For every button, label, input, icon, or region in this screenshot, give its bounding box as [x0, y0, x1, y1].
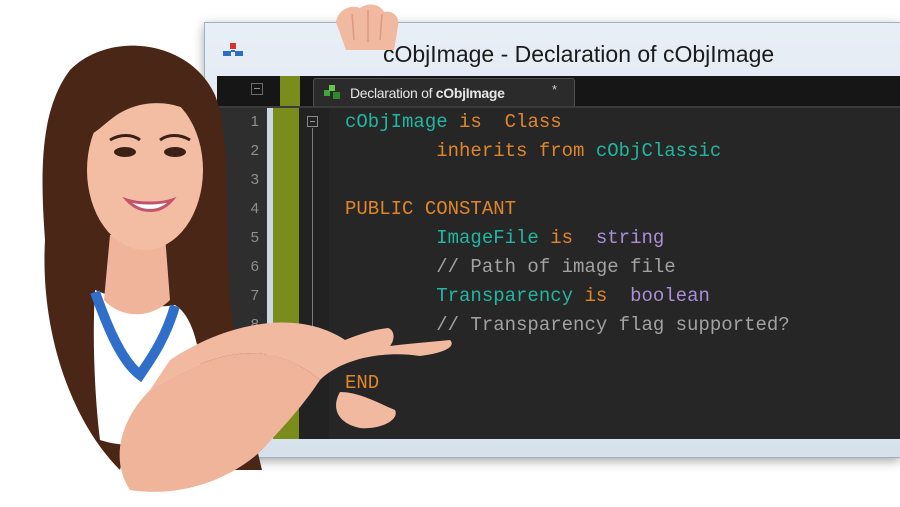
line-number: 1: [250, 113, 259, 130]
keyword-is: is: [584, 285, 608, 307]
keyword-is: is: [459, 111, 482, 133]
face: [87, 90, 203, 250]
constant-name: Transparency: [436, 285, 574, 307]
code-line-4: PUBLIC CONSTANT: [345, 195, 516, 224]
parent-class: cObjClassic: [595, 140, 722, 162]
keyword-class: Class: [504, 111, 562, 133]
tab-label-prefix: Declaration of: [350, 85, 436, 101]
app-icon: [223, 43, 243, 56]
line-number: 10: [242, 374, 259, 391]
keyword-is: is: [550, 227, 574, 249]
window-title: cObjImage - Declaration of cObjImage: [383, 41, 775, 67]
modified-indicator: *: [552, 82, 558, 97]
code-line-8: // Transparency flag supported?: [345, 311, 790, 340]
tab-declaration[interactable]: Declaration of cObjImage *: [313, 78, 575, 106]
tab-bar: Declaration of cObjImage *: [217, 76, 900, 108]
line-number: 9: [250, 345, 259, 362]
code-editor[interactable]: Declaration of cObjImage * 1 2 3 4 5 6 7…: [217, 76, 900, 439]
code-line-10: END: [345, 369, 379, 398]
tabbar-marker: [280, 76, 300, 106]
line-number: 6: [250, 258, 259, 275]
type-name: string: [595, 227, 665, 249]
tab-label: Declaration of cObjImage: [350, 85, 505, 101]
code-line-5: ImageFile is string: [345, 224, 664, 253]
line-number: 2: [250, 142, 259, 159]
tab-label-name: cObjImage: [435, 85, 505, 101]
title-bar: cObjImage - Declaration of cObjImage: [205, 23, 900, 75]
fold-end: [312, 368, 319, 369]
end-keyword: END: [345, 372, 380, 394]
section-keyword: PUBLIC CONSTANT: [345, 198, 517, 220]
keyword-inherits: inherits from: [436, 140, 585, 162]
line-number: 8: [250, 316, 259, 333]
line-number: 11: [243, 403, 259, 420]
line-number: 4: [250, 200, 259, 217]
comment: // Path of image file: [436, 256, 676, 278]
collapse-all-icon[interactable]: [251, 83, 263, 95]
code-line-1: cObjImage is Class: [345, 108, 562, 137]
code-line-2: inherits from cObjClassic: [345, 137, 721, 166]
editor-window: cObjImage - Declaration of cObjImage Dec…: [204, 22, 900, 458]
marker-bar: [273, 108, 299, 439]
code-line-7: Transparency is boolean: [345, 282, 710, 311]
fold-margin: [299, 108, 329, 439]
line-number-gutter: 1 2 3 4 5 6 7 8 9 10 11: [217, 108, 267, 439]
line-number: 3: [250, 171, 259, 188]
declaration-icon: [324, 85, 340, 99]
comment: // Transparency flag supported?: [436, 314, 790, 336]
collapse-icon[interactable]: [307, 116, 318, 127]
code-area[interactable]: cObjImage is Class inherits from cObjCla…: [345, 108, 900, 439]
code-line-6: // Path of image file: [345, 253, 676, 282]
type-name: boolean: [630, 285, 710, 307]
line-number: 5: [250, 229, 259, 246]
shirt: [93, 290, 202, 445]
line-number: 7: [250, 287, 259, 304]
constant-name: ImageFile: [436, 227, 539, 249]
fold-line: [312, 128, 313, 368]
class-name: cObjImage: [345, 111, 448, 133]
